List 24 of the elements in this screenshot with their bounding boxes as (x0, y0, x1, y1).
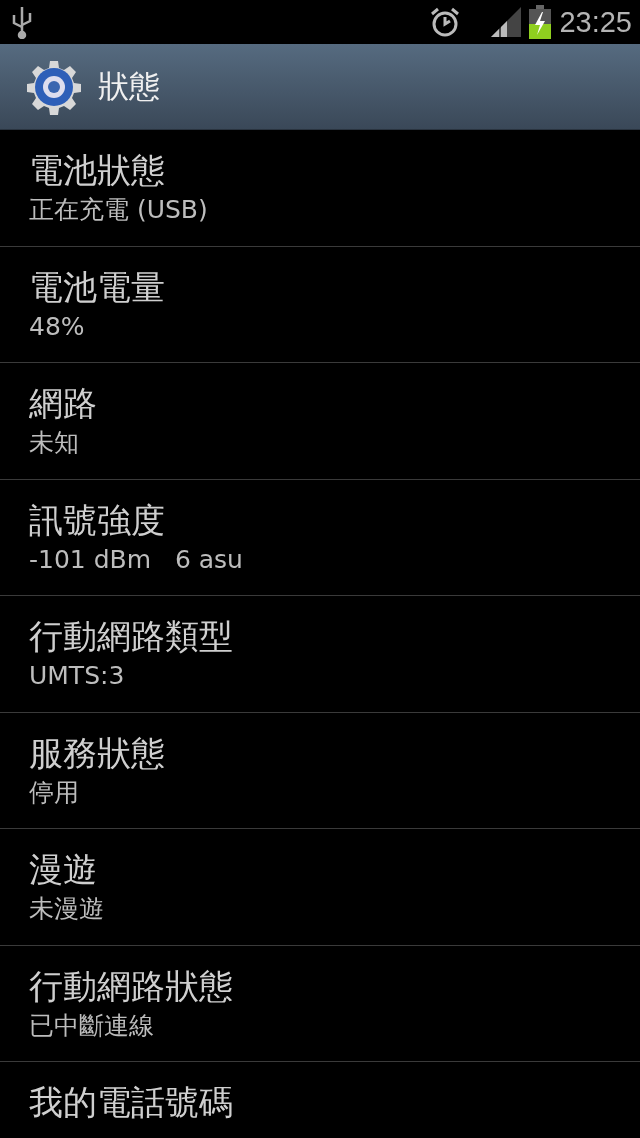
gear-icon (26, 58, 82, 115)
clock-time: 23:25 (559, 5, 632, 39)
setting-title: 服務狀態 (29, 731, 165, 775)
alarm-clock-icon (429, 6, 462, 38)
setting-title: 電池狀態 (29, 149, 165, 192)
setting-value: 未知 (29, 427, 79, 459)
screen-title: 狀態 (98, 66, 160, 106)
setting-title: 漫遊 (29, 848, 97, 891)
setting-title: 行動網路狀態 (29, 964, 233, 1008)
battery-charging-icon (529, 5, 552, 39)
setting-value: 48% (29, 310, 85, 343)
setting-value: 正在充電 (USB) (29, 194, 208, 226)
setting-title: 行動網路類型 (29, 615, 233, 658)
setting-title: 電池電量 (29, 265, 165, 309)
setting-value: 未漫遊 (29, 893, 104, 925)
setting-value: 已中斷連線 (29, 1009, 154, 1042)
setting-title: 網路 (29, 382, 97, 425)
signal-icon (491, 7, 522, 37)
setting-value: -101 dBm 6 asu (29, 543, 243, 576)
usb-icon (10, 5, 34, 39)
setting-title: 訊號強度 (29, 498, 165, 542)
setting-value: UMTS:3 (29, 660, 125, 692)
setting-value: 停用 (29, 776, 79, 809)
setting-title: 我的電話號碼 (29, 1081, 233, 1124)
